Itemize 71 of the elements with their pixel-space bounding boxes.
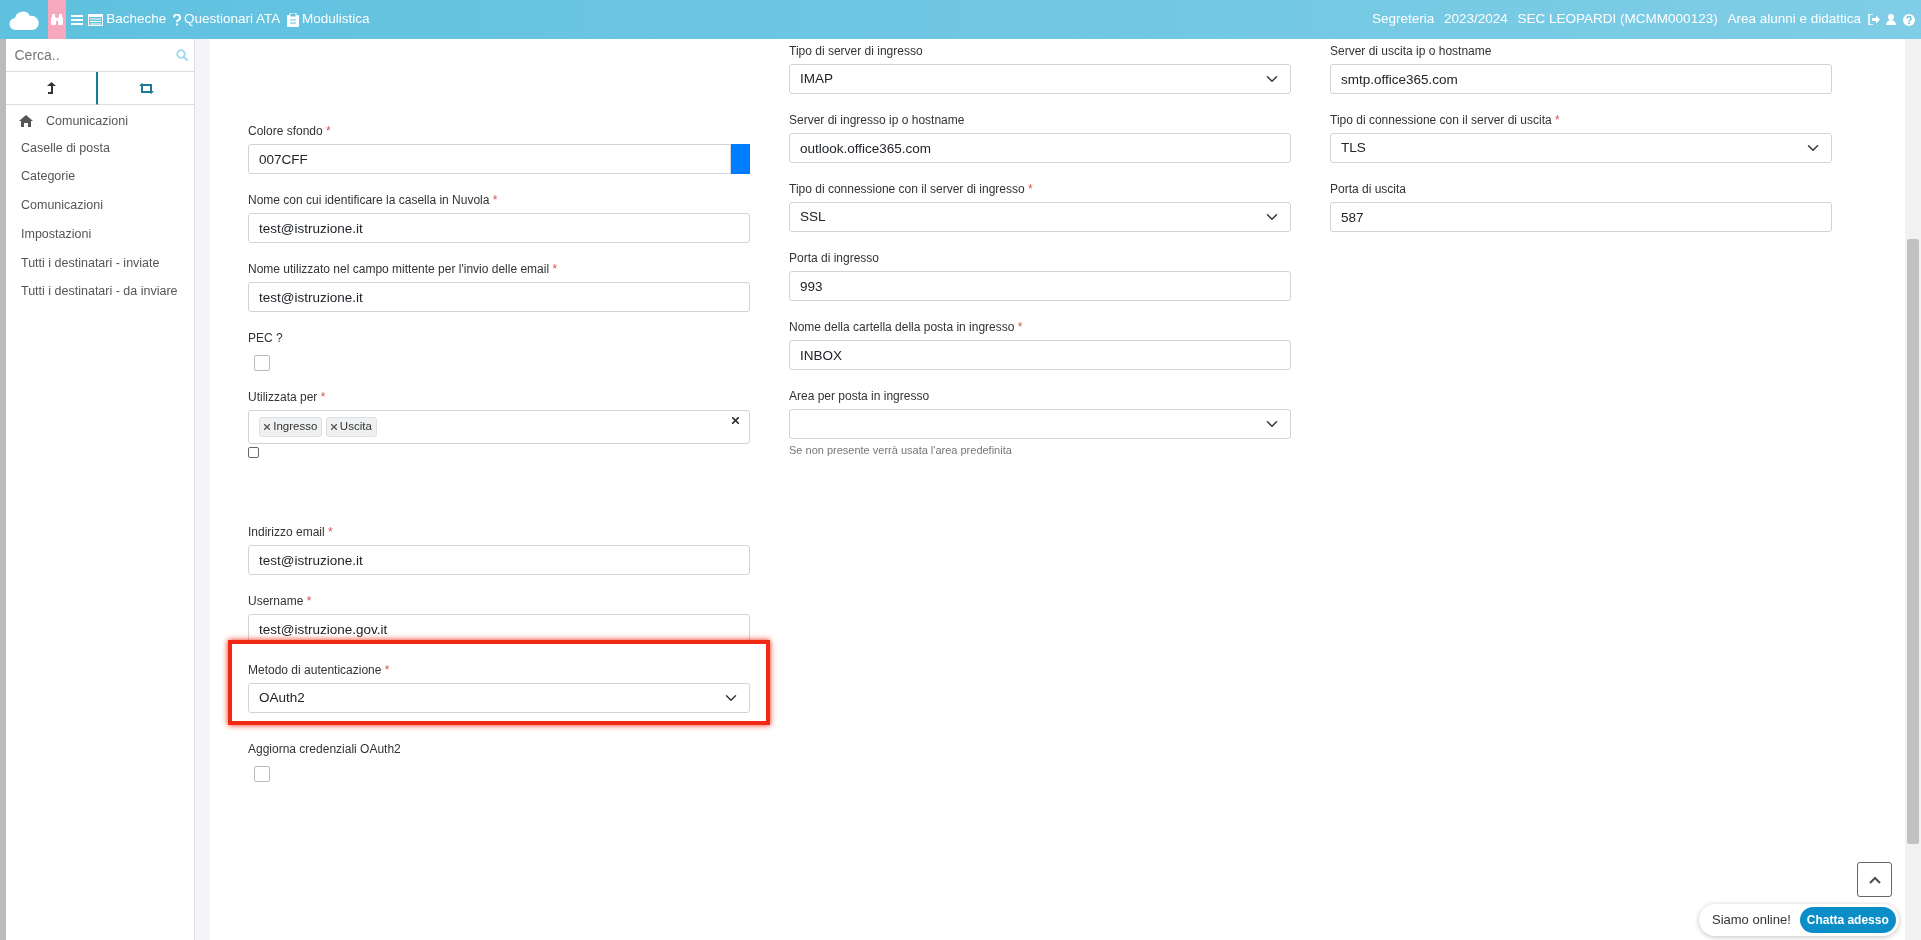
select-field[interactable]: TLS xyxy=(1330,133,1832,163)
upload-tab[interactable] xyxy=(6,72,98,105)
field-label: Porta di ingresso xyxy=(789,250,880,267)
tag-chip[interactable]: Uscita xyxy=(325,417,377,437)
sidebar-link[interactable]: Caselle di posta xyxy=(6,133,194,163)
sidebar-link[interactable]: Tutti i destinatari - inviate xyxy=(6,248,194,278)
retweet-icon xyxy=(138,82,154,94)
checkbox[interactable] xyxy=(248,447,259,458)
help-text: Se non presente verrà usata l'area predefinita xyxy=(789,443,1012,458)
home-icon xyxy=(19,114,33,127)
scrollbar[interactable] xyxy=(1905,39,1921,940)
select-field[interactable]: IMAP xyxy=(789,64,1291,94)
text-field[interactable]: 587 xyxy=(1330,202,1832,232)
scroll-top-button[interactable] xyxy=(1857,862,1892,897)
text-field[interactable]: smtp.office365.com xyxy=(1330,64,1832,94)
clipboard-icon[interactable] xyxy=(286,12,299,27)
field-label: Server di ingresso ip o hostname xyxy=(789,112,965,129)
select-field[interactable] xyxy=(789,409,1291,439)
chevron-up-icon xyxy=(1868,875,1881,884)
field-label: Tipo di server di ingresso xyxy=(789,43,923,60)
user-icon[interactable] xyxy=(1886,14,1896,25)
field-label: PEC ? xyxy=(248,330,283,347)
table-icon[interactable] xyxy=(88,13,103,26)
select-field[interactable]: SSL xyxy=(789,202,1291,232)
text-field[interactable]: 993 xyxy=(789,271,1291,301)
field-label: Metodo di autenticazione * xyxy=(248,662,390,679)
help-icon[interactable] xyxy=(1902,13,1915,26)
chat-status: Siamo online! xyxy=(1712,911,1791,930)
tag-select-field[interactable]: Ingresso Uscita xyxy=(248,410,750,444)
clear-icon[interactable] xyxy=(732,417,739,424)
select-field[interactable]: OAuth2 xyxy=(248,683,750,713)
sidebar-section-title: Comunicazioni xyxy=(46,112,128,130)
field-label: Tipo di connessione con il server di ingresso * xyxy=(789,181,1033,198)
search-icon xyxy=(175,49,188,61)
field-label: Tipo di connessione con il server di uscita * xyxy=(1330,112,1560,129)
sidebar-link[interactable]: Comunicazioni xyxy=(6,191,194,220)
field-label: Colore sfondo * xyxy=(248,123,331,140)
field-label: Nome della cartella della posta in ingresso * xyxy=(789,319,1023,336)
color-field[interactable]: 007CFF xyxy=(248,144,731,174)
sidebar-link[interactable]: Impostazioni xyxy=(6,219,194,249)
chat-button[interactable]: Chatta adesso xyxy=(1799,907,1896,933)
text-field[interactable]: test@istruzione.it xyxy=(248,213,750,243)
field-label: Nome con cui identificare la casella in Nuvola * xyxy=(248,192,498,209)
field-label: Nome utilizzato nel campo mittente per l'invio delle email * xyxy=(248,261,558,278)
tag-chip[interactable]: Ingresso xyxy=(259,417,323,437)
cloud-logo-icon[interactable] xyxy=(9,9,39,30)
menu-icon[interactable] xyxy=(71,14,83,25)
checkbox[interactable] xyxy=(254,355,270,371)
remove-icon[interactable] xyxy=(330,424,337,430)
field-label: Utilizzata per * xyxy=(248,389,326,406)
field-label: Porta di uscita xyxy=(1330,181,1407,198)
logout-icon[interactable] xyxy=(1867,14,1880,25)
home-button[interactable] xyxy=(48,0,66,39)
sidebar-link[interactable]: Tutti i destinatari - da inviare xyxy=(6,277,194,306)
text-field[interactable]: outlook.office365.com xyxy=(789,133,1291,163)
field-label: Username * xyxy=(248,593,312,610)
field-label: Indirizzo email * xyxy=(248,524,333,541)
field-label: Area per posta in ingresso xyxy=(789,388,930,405)
sidebar-link[interactable]: Categorie xyxy=(6,162,194,191)
checkbox[interactable] xyxy=(254,766,270,782)
remove-icon[interactable] xyxy=(264,424,270,430)
question-icon[interactable] xyxy=(172,13,181,26)
text-field[interactable]: test@istruzione.it xyxy=(248,282,750,312)
text-field[interactable]: INBOX xyxy=(789,340,1291,370)
arrow-up-icon xyxy=(46,82,56,94)
field-label: Server di uscita ip o hostname xyxy=(1330,43,1492,60)
color-swatch[interactable] xyxy=(730,144,750,174)
binoculars-icon xyxy=(51,14,63,25)
text-field[interactable]: test@istruzione.it xyxy=(248,545,750,575)
scrollbar-thumb[interactable] xyxy=(1907,239,1919,844)
field-label: Aggiorna credenziali OAuth2 xyxy=(248,741,401,758)
